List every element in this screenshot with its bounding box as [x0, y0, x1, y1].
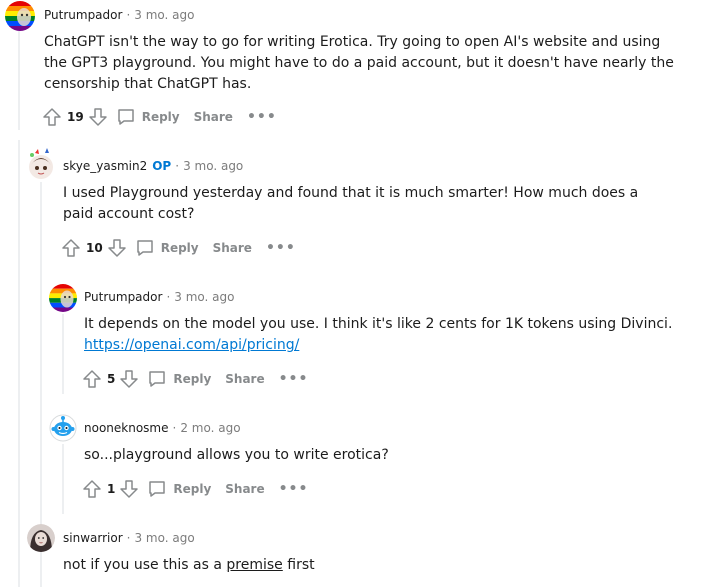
share-button[interactable]: Share: [225, 482, 264, 496]
vote-count: 10: [86, 241, 103, 255]
upvote-icon: [43, 108, 61, 126]
vote-count: 5: [107, 372, 116, 386]
premise-link[interactable]: premise: [226, 557, 282, 573]
photo-avatar-icon: [27, 524, 55, 552]
pricing-link[interactable]: https://openai.com/api/pricing/: [84, 337, 299, 353]
timestamp[interactable]: 2 mo. ago: [180, 421, 240, 435]
share-label: Share: [225, 482, 265, 496]
vote-count: 1: [107, 482, 116, 496]
reply-label: Reply: [173, 482, 212, 496]
more-options-button[interactable]: •••: [265, 240, 296, 256]
comment-icon: [136, 240, 153, 256]
thread-line[interactable]: [62, 314, 64, 394]
author-name[interactable]: Putrumpador: [84, 290, 162, 304]
comment-actions: 10 Reply Share •••: [61, 238, 296, 258]
upvote-icon: [83, 480, 101, 498]
reply-label: Reply: [160, 241, 199, 255]
downvote-icon: [120, 480, 139, 498]
comment-body: not if you use this as a premise first: [63, 555, 663, 576]
vote-count: 19: [67, 110, 84, 124]
more-icon: •••: [278, 481, 309, 497]
timestamp[interactable]: 3 mo. ago: [183, 159, 243, 173]
avatar[interactable]: [49, 414, 77, 442]
share-label: Share: [225, 372, 265, 386]
separator-dot: ·: [172, 421, 177, 435]
downvote-icon: [107, 239, 126, 257]
comment-actions: 1 Reply Share •••: [82, 479, 308, 499]
author-name[interactable]: Putrumpador: [44, 8, 122, 22]
separator-dot: ·: [166, 290, 171, 304]
reply-button[interactable]: Reply: [147, 479, 211, 499]
upvote-button[interactable]: [82, 369, 102, 389]
comment-text: first: [282, 557, 315, 573]
separator-dot: ·: [126, 8, 131, 22]
op-badge: OP: [152, 159, 172, 173]
comment-meta: Putrumpador · 3 mo. ago: [44, 8, 194, 22]
avatar[interactable]: [49, 284, 77, 312]
reply-button[interactable]: Reply: [147, 369, 211, 389]
separator-dot: ·: [126, 531, 131, 545]
upvote-icon: [83, 370, 101, 388]
share-button[interactable]: Share: [225, 372, 264, 386]
upvote-button[interactable]: [42, 107, 62, 127]
comment-actions: 5 Reply Share •••: [82, 369, 308, 389]
reply-button[interactable]: Reply: [135, 238, 199, 258]
comment-icon: [149, 371, 166, 387]
reply-label: Reply: [173, 372, 212, 386]
share-label: Share: [193, 110, 233, 124]
upvote-icon: [62, 239, 80, 257]
downvote-button[interactable]: [107, 238, 127, 258]
rainbow-avatar-icon: [49, 284, 77, 312]
anime-avatar-icon: [29, 148, 53, 179]
downvote-button[interactable]: [88, 107, 108, 127]
comment-icon: [149, 481, 166, 497]
comment-meta: nooneknosme · 2 mo. ago: [84, 421, 241, 435]
more-icon: •••: [246, 109, 277, 125]
author-name[interactable]: skye_yasmin2: [63, 159, 147, 173]
reply-button[interactable]: Reply: [116, 107, 180, 127]
comment-meta: skye_yasmin2 OP · 3 mo. ago: [63, 159, 243, 173]
rainbow-avatar-icon: [5, 1, 35, 31]
downvote-icon: [88, 108, 107, 126]
timestamp[interactable]: 3 mo. ago: [174, 290, 234, 304]
share-label: Share: [212, 241, 252, 255]
upvote-button[interactable]: [61, 238, 81, 258]
avatar[interactable]: [5, 1, 35, 31]
avatar[interactable]: [27, 524, 55, 552]
comment-text: It depends on the model you use. I think…: [84, 316, 673, 332]
more-options-button[interactable]: •••: [246, 109, 277, 125]
comment-text: not if you use this as a: [63, 557, 227, 573]
downvote-icon: [120, 370, 139, 388]
comment-body: I used Playground yesterday and found th…: [63, 185, 639, 222]
separator-dot: ·: [175, 159, 180, 173]
downvote-button[interactable]: [119, 369, 139, 389]
author-name[interactable]: sinwarrior: [63, 531, 123, 545]
comment-meta: Putrumpador · 3 mo. ago: [84, 290, 234, 304]
thread-line[interactable]: [62, 444, 64, 514]
timestamp[interactable]: 3 mo. ago: [134, 531, 194, 545]
share-button[interactable]: Share: [194, 110, 233, 124]
more-icon: •••: [278, 371, 309, 387]
comment-meta: sinwarrior · 3 mo. ago: [63, 531, 195, 545]
thread-line[interactable]: [18, 30, 20, 130]
reply-label: Reply: [141, 110, 180, 124]
timestamp[interactable]: 3 mo. ago: [134, 8, 194, 22]
comment-icon: [117, 109, 134, 125]
more-options-button[interactable]: •••: [278, 481, 309, 497]
author-name[interactable]: nooneknosme: [84, 421, 169, 435]
upvote-button[interactable]: [82, 479, 102, 499]
more-options-button[interactable]: •••: [278, 371, 309, 387]
snoo-avatar-icon: [49, 414, 77, 442]
share-button[interactable]: Share: [213, 241, 252, 255]
comment-actions: 19 Reply Share •••: [42, 107, 277, 127]
more-icon: •••: [265, 240, 296, 256]
avatar[interactable]: [27, 147, 55, 181]
comment-body: It depends on the model you use. I think…: [84, 314, 684, 356]
comment-body: ChatGPT isn't the way to go for writing …: [44, 34, 674, 92]
downvote-button[interactable]: [119, 479, 139, 499]
thread-line[interactable]: [18, 140, 20, 587]
comment-body: so...playground allows you to write erot…: [84, 447, 389, 463]
